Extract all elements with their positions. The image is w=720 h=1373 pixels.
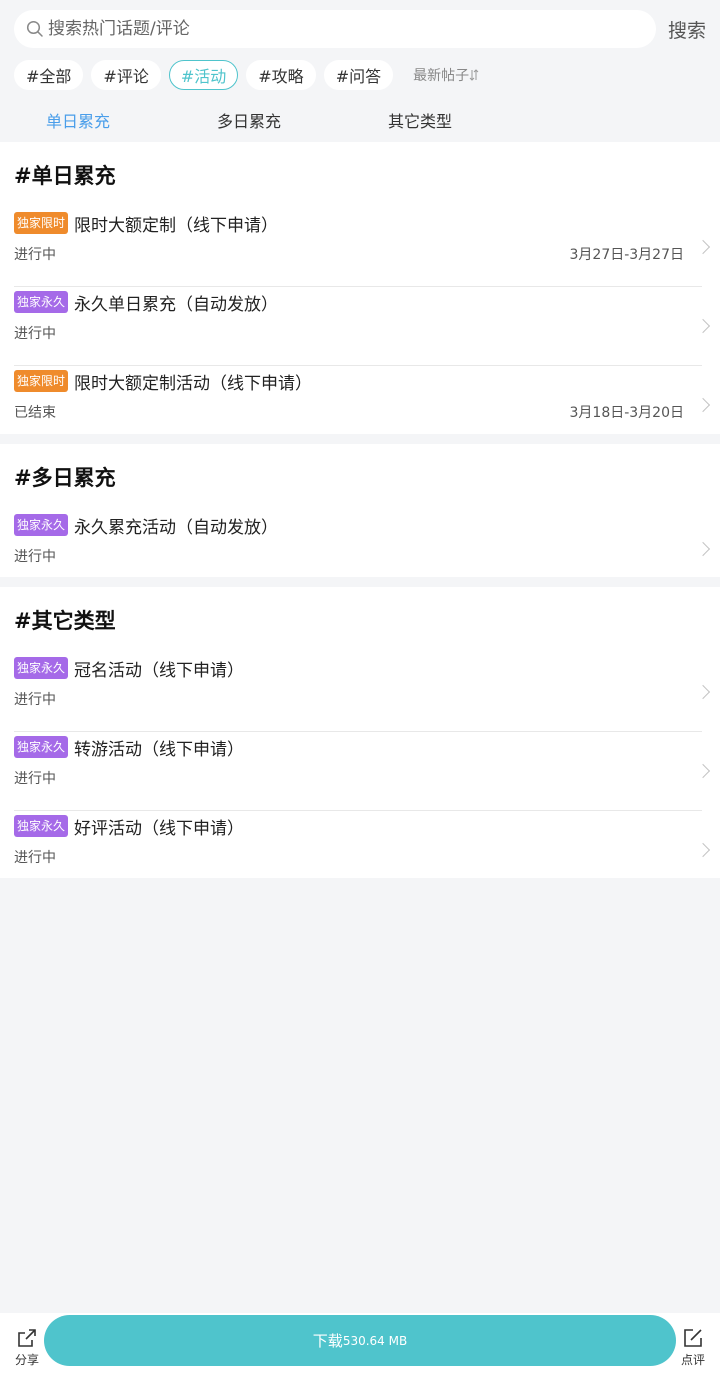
subtab-bar: 单日累充 多日累充 其它类型 (0, 108, 720, 136)
download-label: 下载 (312, 1332, 343, 1350)
list-item[interactable]: 独家永久 好评活动（线下申请） 进行中 (14, 811, 711, 890)
section-multi-day: #多日累充 独家永久 永久累充活动（自动发放） 进行中 (0, 444, 720, 577)
item-status: 进行中 (14, 326, 56, 342)
search-icon (26, 20, 43, 37)
badge: 独家限时 (14, 212, 69, 234)
download-size: 530.64 MB (342, 1333, 408, 1348)
list-item[interactable]: 独家永久 永久单日累充（自动发放） 进行中 (14, 287, 711, 366)
badge: 独家永久 (14, 736, 69, 758)
download-button[interactable]: 下载 530.64 MB (44, 1315, 676, 1366)
item-title: 好评活动（线下申请） (74, 818, 245, 839)
item-status: 进行中 (14, 692, 56, 708)
item-status: 进行中 (14, 247, 56, 263)
item-title: 永久单日累充（自动发放） (74, 294, 279, 315)
tag-qa[interactable]: #问答 (323, 60, 394, 90)
chevron-right-icon (695, 397, 711, 413)
item-date: 3月27日-3月27日 (569, 247, 685, 263)
subtab-multi-day[interactable]: 多日累充 (217, 108, 281, 132)
review-button[interactable]: 点评 (678, 1327, 708, 1368)
item-status: 进行中 (14, 771, 56, 787)
section-single-day: #单日累充 独家限时 限时大额定制（线下申请） 进行中 3月27日-3月27日 … (0, 142, 720, 434)
item-title: 限时大额定制（线下申请） (74, 215, 279, 236)
item-date: 3月18日-3月20日 (569, 405, 685, 421)
tag-reviews[interactable]: #评论 (91, 60, 161, 90)
item-title: 冠名活动（线下申请） (74, 660, 245, 681)
search-box[interactable] (14, 10, 656, 48)
section-title: #多日累充 (14, 466, 116, 490)
top-bar: 搜索 #全部 #评论 #活动 #攻略 #问答 最新帖子 单日累充 多日累充 其它… (0, 0, 720, 142)
share-icon (18, 1329, 36, 1347)
chevron-right-icon (695, 763, 711, 779)
search-row: 搜索 (14, 10, 706, 48)
review-label: 点评 (680, 1353, 705, 1367)
tag-all[interactable]: #全部 (14, 60, 84, 90)
sort-button[interactable]: 最新帖子 (413, 65, 479, 85)
search-button[interactable]: 搜索 (668, 16, 706, 43)
item-status: 进行中 (14, 549, 56, 565)
list-item[interactable]: 独家限时 限时大额定制（线下申请） 进行中 3月27日-3月27日 (14, 208, 711, 287)
item-title: 永久累充活动（自动发放） (74, 517, 279, 538)
list-item[interactable]: 独家永久 永久累充活动（自动发放） 进行中 (14, 510, 711, 589)
tag-filter-bar: #全部 #评论 #活动 #攻略 #问答 最新帖子 (14, 59, 479, 91)
edit-icon (684, 1329, 702, 1347)
tag-events[interactable]: #活动 (168, 60, 239, 90)
section-title: #其它类型 (14, 609, 116, 633)
item-title: 转游活动（线下申请） (74, 739, 245, 760)
chevron-right-icon (695, 541, 711, 557)
item-status: 已结束 (14, 405, 56, 421)
chevron-right-icon (695, 842, 711, 858)
chevron-right-icon (695, 684, 711, 700)
subtab-single-day[interactable]: 单日累充 (46, 108, 110, 132)
chevron-right-icon (695, 318, 711, 334)
badge: 独家永久 (14, 291, 69, 313)
share-button[interactable]: 分享 (12, 1327, 42, 1368)
bottom-bar: 分享 下载 530.64 MB 点评 (0, 1313, 720, 1373)
badge: 独家永久 (14, 815, 69, 837)
item-title: 限时大额定制活动（线下申请） (74, 373, 313, 394)
section-title: #单日累充 (14, 164, 116, 188)
chevron-right-icon (695, 239, 711, 255)
badge: 独家永久 (14, 657, 69, 679)
list-item[interactable]: 独家永久 冠名活动（线下申请） 进行中 (14, 653, 711, 732)
section-other: #其它类型 独家永久 冠名活动（线下申请） 进行中 独家永久 转游活动（线下申请… (0, 587, 720, 878)
search-input[interactable] (48, 19, 608, 39)
subtab-other[interactable]: 其它类型 (388, 108, 452, 132)
share-label: 分享 (14, 1353, 39, 1367)
list-item[interactable]: 独家限时 限时大额定制活动（线下申请） 已结束 3月18日-3月20日 (14, 366, 711, 445)
list-item[interactable]: 独家永久 转游活动（线下申请） 进行中 (14, 732, 711, 811)
badge: 独家永久 (14, 514, 69, 536)
sort-label: 最新帖子 (413, 68, 470, 84)
tag-guides[interactable]: #攻略 (246, 60, 316, 90)
sort-icon (469, 69, 479, 81)
badge: 独家限时 (14, 370, 69, 392)
item-status: 进行中 (14, 850, 56, 866)
